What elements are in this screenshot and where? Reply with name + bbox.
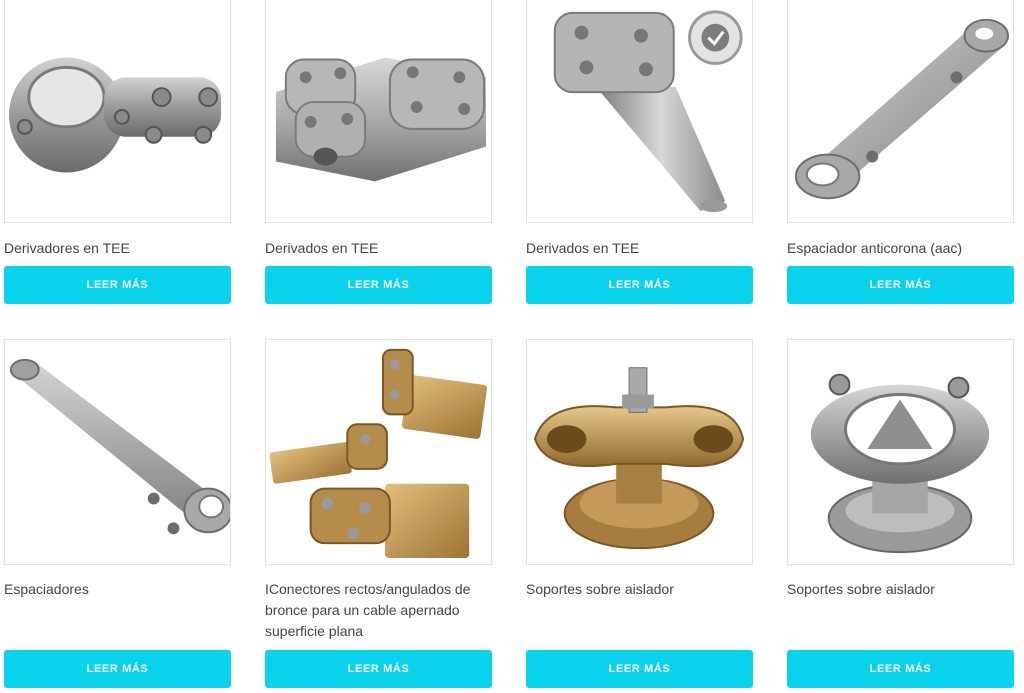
read-more-button[interactable]: LEER MÁS — [787, 650, 1014, 688]
tee-connector-multi-clamp-image — [275, 57, 487, 182]
read-more-button[interactable]: LEER MÁS — [4, 650, 231, 688]
product-image[interactable] — [526, 0, 753, 223]
product-title[interactable]: IConectores rectos/angulados de bronce p… — [265, 579, 492, 642]
product-title[interactable]: Derivadores en TEE — [4, 238, 231, 259]
read-more-button[interactable]: LEER MÁS — [265, 266, 492, 304]
product-image[interactable] — [787, 0, 1014, 223]
product-image[interactable] — [4, 0, 231, 223]
product-title[interactable]: Derivados en TEE — [265, 238, 492, 259]
bronze-insulator-support-image — [533, 367, 745, 550]
read-more-button[interactable]: LEER MÁS — [526, 266, 753, 304]
product-image[interactable] — [265, 0, 492, 223]
read-more-button[interactable]: LEER MÁS — [787, 266, 1014, 304]
spacer-bar-image — [9, 358, 230, 535]
product-title[interactable]: Espaciador anticorona (aac) — [787, 238, 1014, 259]
aluminum-insulator-support-image — [810, 373, 990, 554]
tee-connector-with-rod-image — [553, 10, 743, 213]
product-title[interactable]: Soportes sobre aislador — [787, 579, 1014, 600]
anticorona-spacer-image — [794, 18, 1010, 200]
product-image[interactable] — [4, 339, 231, 565]
read-more-button[interactable]: LEER MÁS — [265, 650, 492, 688]
tee-connector-large-clamp-image — [8, 57, 222, 173]
read-more-button[interactable]: LEER MÁS — [526, 650, 753, 688]
read-more-button[interactable]: LEER MÁS — [4, 266, 231, 304]
product-title[interactable]: Soportes sobre aislador — [526, 579, 753, 600]
product-image[interactable] — [265, 339, 492, 565]
product-title[interactable]: Derivados en TEE — [526, 238, 753, 259]
product-image[interactable] — [526, 339, 753, 565]
bronze-flat-connectors-image — [269, 348, 488, 559]
product-image[interactable] — [787, 339, 1014, 565]
product-title[interactable]: Espaciadores — [4, 579, 231, 600]
